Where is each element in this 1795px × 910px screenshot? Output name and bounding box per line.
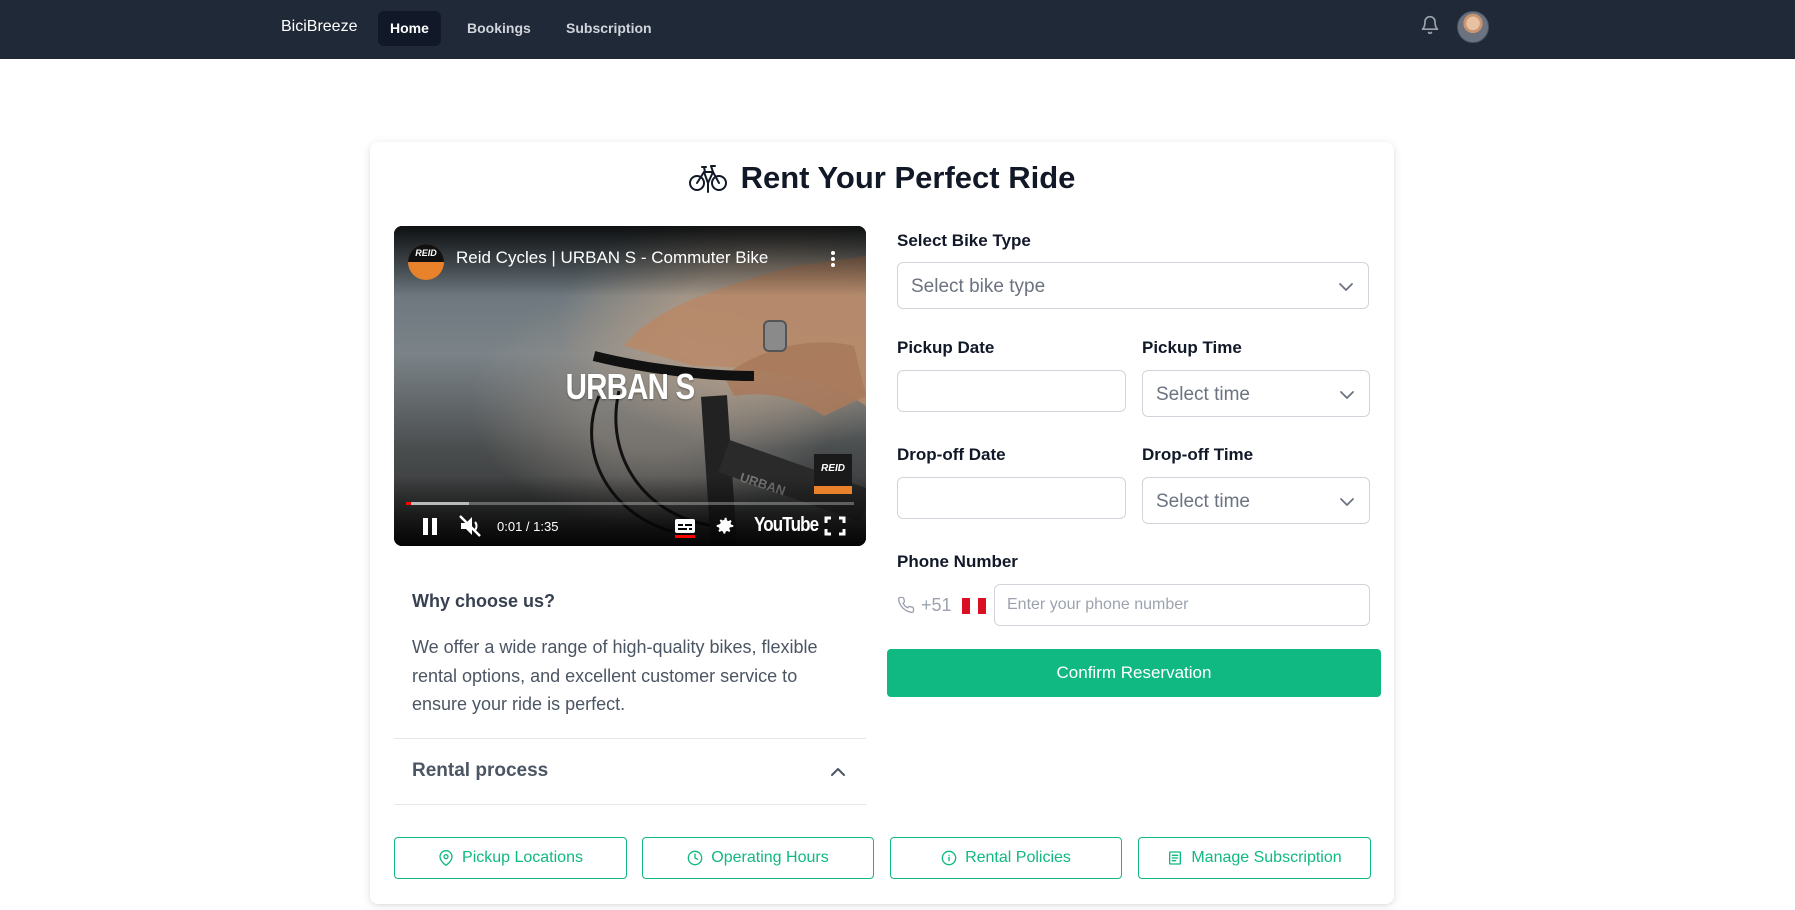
subtitles-icon[interactable] [674, 514, 696, 538]
video-time: 0:01 / 1:35 [497, 519, 559, 534]
peru-flag-icon[interactable] [962, 598, 986, 614]
clock-icon [687, 850, 703, 866]
muted-volume-icon[interactable] [458, 514, 484, 538]
why-choose-us-title: Why choose us? [412, 591, 556, 611]
video-title[interactable]: Reid Cycles | URBAN S - Commuter Bike [456, 248, 768, 268]
accordion-rental-process-title[interactable]: Rental process [412, 760, 548, 782]
chevron-up-icon[interactable] [830, 764, 846, 780]
confirm-reservation-button[interactable]: Confirm Reservation [887, 649, 1381, 697]
channel-watermark[interactable]: REID [814, 454, 852, 494]
phone-country-code[interactable]: +51 [921, 595, 952, 616]
pickup-date-label: Pickup Date [897, 338, 995, 357]
more-options-icon[interactable] [830, 250, 836, 268]
chevron-down-icon [1339, 283, 1353, 291]
video-progress-bar[interactable] [406, 502, 854, 505]
pause-icon[interactable] [420, 514, 440, 538]
video-played-bar [406, 502, 411, 505]
page-title: Rent Your Perfect Ride [740, 160, 1076, 195]
pickup-locations-label: Pickup Locations [462, 849, 583, 866]
settings-gear-icon[interactable] [714, 514, 736, 538]
rental-card: Rent Your Perfect Ride URBAN REID Reid C… [370, 142, 1394, 904]
pickup-time-placeholder: Select time [1156, 384, 1250, 405]
brand-logo[interactable]: BiciBreeze [281, 17, 357, 37]
channel-badge-text: REID [408, 244, 444, 262]
pickup-time-label: Pickup Time [1142, 338, 1242, 357]
bike-type-select[interactable]: Select bike type [897, 262, 1369, 309]
nav-bookings[interactable]: Bookings [455, 11, 543, 46]
phone-number-input[interactable] [994, 584, 1370, 626]
info-icon [941, 850, 957, 866]
bike-type-label: Select Bike Type [897, 231, 1031, 250]
page-header: Rent Your Perfect Ride [370, 156, 1394, 200]
accordion-divider-bottom [394, 804, 866, 805]
flag-stripe-middle [970, 598, 978, 614]
nav-subscription[interactable]: Subscription [554, 11, 664, 46]
phone-icon [897, 596, 915, 614]
pickup-time-select[interactable]: Select time [1142, 370, 1370, 417]
flag-stripe-right [978, 598, 986, 614]
pickup-date-input[interactable] [897, 370, 1126, 412]
dropoff-time-select[interactable]: Select time [1142, 477, 1370, 524]
accordion-divider-top [394, 738, 866, 739]
fullscreen-icon[interactable] [824, 514, 846, 538]
bike-type-placeholder: Select bike type [911, 276, 1046, 297]
chevron-down-icon [1340, 498, 1354, 506]
dropoff-date-label: Drop-off Date [897, 445, 1006, 464]
manage-subscription-label: Manage Subscription [1191, 849, 1342, 866]
video-overlay-text: URBAN S [565, 366, 696, 407]
chevron-down-icon [1340, 391, 1354, 399]
dropoff-time-label: Drop-off Time [1142, 445, 1254, 464]
channel-avatar[interactable]: REID [408, 244, 444, 280]
bell-icon[interactable] [1420, 14, 1440, 36]
bicycle-icon [688, 165, 727, 193]
dropoff-date-input[interactable] [897, 477, 1126, 519]
video-buffer-bar [406, 502, 469, 505]
top-navbar: BiciBreeze Home Bookings Subscription [0, 0, 1795, 59]
map-pin-icon [439, 850, 453, 866]
rental-policies-button[interactable]: Rental Policies [890, 837, 1122, 879]
youtube-logo[interactable]: YouTube [754, 514, 819, 537]
manage-subscription-button[interactable]: Manage Subscription [1138, 837, 1371, 879]
pickup-locations-button[interactable]: Pickup Locations [394, 837, 627, 879]
dropoff-time-placeholder: Select time [1156, 491, 1250, 512]
operating-hours-button[interactable]: Operating Hours [642, 837, 874, 879]
flag-stripe-left [962, 598, 970, 614]
nav-home[interactable]: Home [378, 11, 441, 46]
document-icon [1169, 851, 1182, 865]
user-avatar[interactable] [1457, 11, 1489, 43]
rental-policies-label: Rental Policies [965, 849, 1071, 866]
phone-number-label: Phone Number [897, 552, 1018, 571]
why-choose-us-text: We offer a wide range of high-quality bi… [412, 637, 818, 714]
video-player[interactable]: URBAN REID Reid Cycles | URBAN S - Commu… [394, 226, 866, 546]
operating-hours-label: Operating Hours [711, 849, 829, 866]
